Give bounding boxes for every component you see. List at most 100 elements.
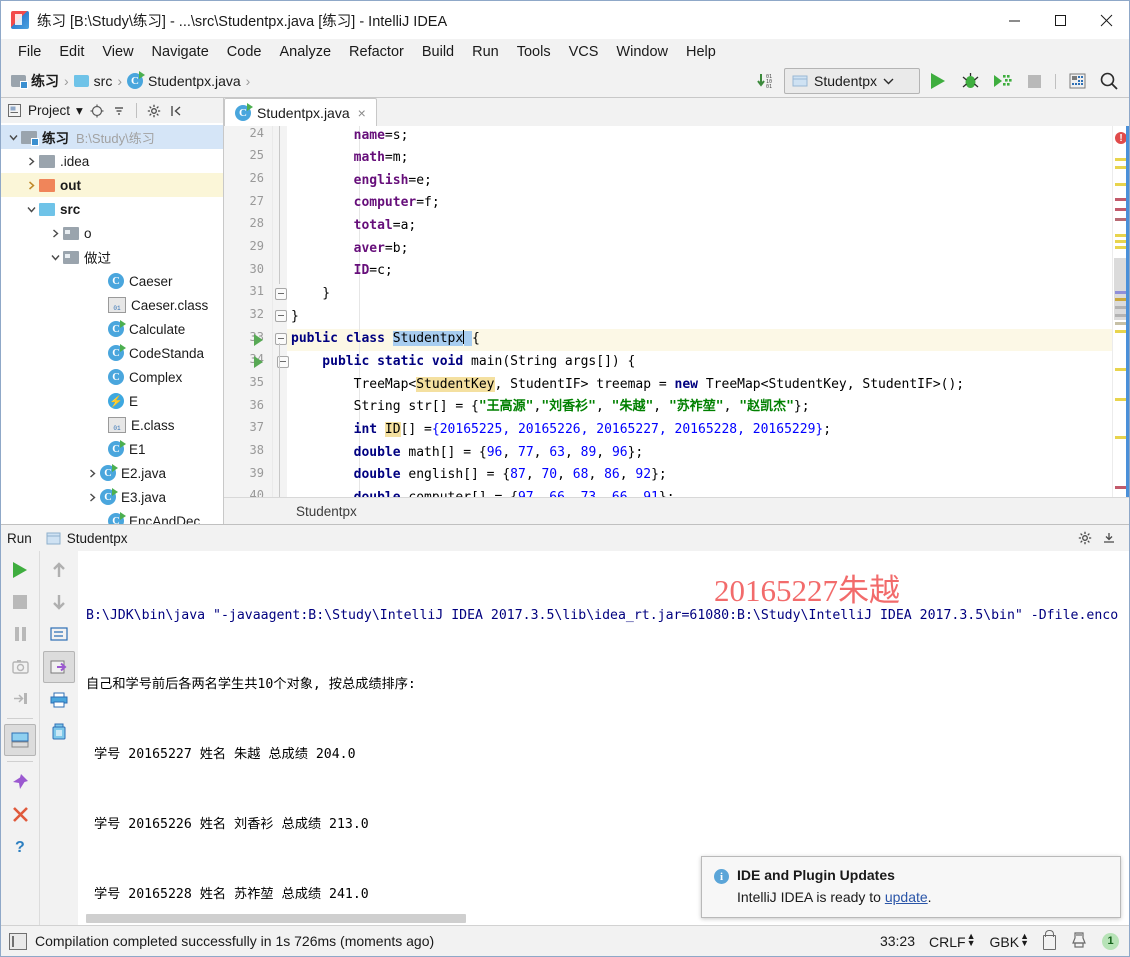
warning-marker[interactable] [1115, 234, 1126, 237]
tree-row-idea[interactable]: .idea [1, 149, 223, 173]
menu-window[interactable]: Window [607, 41, 677, 63]
console-toggle-icon[interactable] [4, 724, 36, 756]
chevron-right-icon[interactable] [47, 225, 63, 241]
minimize-icon[interactable] [991, 1, 1037, 39]
tree-row-encanddec[interactable]: C EncAndDec [1, 509, 223, 524]
editor-tab-studentpx[interactable]: C Studentpx.java × [224, 98, 377, 126]
run-gutter-icon[interactable] [254, 356, 263, 368]
chevron-down-icon[interactable] [5, 129, 21, 145]
tree-row-complex[interactable]: C Complex [1, 365, 223, 389]
tree-row-caeser-class[interactable]: 01 Caeser.class [1, 293, 223, 317]
search-everywhere-button[interactable] [1063, 68, 1091, 94]
chevron-right-icon[interactable] [84, 489, 100, 505]
scroll-down-icon[interactable] [44, 587, 74, 617]
warning-marker[interactable] [1115, 246, 1126, 249]
tree-row-e-class[interactable]: 01 E.class [1, 413, 223, 437]
chevron-down-icon[interactable] [23, 201, 39, 217]
tree-row-project[interactable]: 练习 B:\Study\练习 [1, 125, 223, 150]
tree-row-e1[interactable]: C E1 [1, 437, 223, 461]
notification-count-badge[interactable]: 1 [1102, 932, 1119, 950]
search-button[interactable] [1095, 68, 1123, 94]
menu-code[interactable]: Code [218, 41, 271, 63]
menu-help[interactable]: Help [677, 41, 725, 63]
locate-icon[interactable] [89, 103, 105, 119]
error-stripe-markers[interactable]: ! [1112, 126, 1129, 497]
chevron-down-icon[interactable] [47, 249, 63, 265]
menu-analyze[interactable]: Analyze [270, 41, 340, 63]
gear-icon[interactable] [146, 103, 162, 119]
run-button[interactable] [924, 68, 952, 94]
horizontal-scrollbar[interactable] [86, 914, 466, 923]
tree-row-out[interactable]: out [1, 173, 223, 198]
collapse-all-icon[interactable] [111, 103, 127, 119]
scroll-to-end-icon[interactable] [43, 651, 75, 683]
clear-all-icon[interactable] [44, 717, 74, 747]
scroll-up-icon[interactable] [44, 555, 74, 585]
unlocked-icon[interactable] [1043, 929, 1056, 950]
close-icon[interactable]: × [356, 105, 368, 121]
rerun-icon[interactable] [5, 555, 35, 585]
info-marker[interactable] [1115, 291, 1126, 294]
chevron-right-icon[interactable] [23, 153, 39, 169]
chevron-down-icon[interactable]: ▾ [76, 103, 83, 119]
camera-icon[interactable] [5, 651, 35, 681]
hide-icon[interactable] [168, 103, 184, 119]
tree-row-codestandard[interactable]: C CodeStanda [1, 341, 223, 365]
notification-balloon[interactable]: i IDE and Plugin Updates IntelliJ IDEA i… [701, 856, 1121, 918]
warning-marker[interactable] [1115, 398, 1126, 401]
menu-run[interactable]: Run [463, 41, 508, 63]
breadcrumb-module[interactable]: 练习 [9, 69, 61, 93]
run-tab-studentpx[interactable]: Studentpx [40, 530, 134, 547]
vertical-scrollbar[interactable] [1126, 126, 1129, 497]
fold-collapse-icon[interactable] [275, 288, 287, 300]
warning-marker[interactable] [1115, 368, 1126, 371]
soft-wrap-icon[interactable] [44, 619, 74, 649]
code-folding-bar[interactable] [273, 126, 289, 497]
debug-button[interactable] [956, 68, 984, 94]
gear-icon[interactable] [1077, 530, 1093, 546]
help-icon[interactable]: ? [5, 831, 35, 861]
code-text-area[interactable]: name=s; math=m; english=e; computer=f; t… [287, 126, 1112, 497]
build-icon[interactable] [9, 932, 27, 950]
warning-marker[interactable] [1115, 183, 1126, 186]
editor-gutter[interactable]: 24 25 26 27 28 29 30 31 32 33 34 35 36 3… [224, 126, 273, 497]
menu-vcs[interactable]: VCS [560, 41, 608, 63]
menu-refactor[interactable]: Refactor [340, 41, 413, 63]
tree-row-e[interactable]: ⚡ E [1, 389, 223, 413]
occurrence-marker[interactable] [1115, 314, 1126, 317]
occurrence-marker[interactable] [1115, 306, 1126, 309]
run-gutter-icon[interactable] [254, 334, 263, 346]
warning-marker[interactable] [1115, 158, 1126, 161]
close-icon[interactable] [5, 799, 35, 829]
stop-button[interactable] [1020, 68, 1048, 94]
warning-marker[interactable] [1115, 166, 1126, 169]
fold-collapse-icon[interactable] [275, 310, 287, 322]
tree-row-e2[interactable]: C E2.java [1, 461, 223, 485]
dump-threads-icon[interactable] [5, 683, 35, 713]
tree-row-e3[interactable]: C E3.java [1, 485, 223, 509]
error-marker[interactable] [1115, 208, 1126, 211]
tree-row-package-o[interactable]: o [1, 221, 223, 245]
run-configuration-selector[interactable]: Studentpx [784, 68, 920, 94]
fold-collapse-icon[interactable] [275, 333, 287, 345]
breadcrumb-src[interactable]: src [72, 71, 115, 91]
maximize-icon[interactable] [1037, 1, 1083, 39]
hide-window-icon[interactable] [1101, 530, 1117, 546]
inspection-icon[interactable] [1070, 931, 1088, 952]
error-marker[interactable] [1115, 198, 1126, 201]
occurrence-marker[interactable] [1115, 322, 1126, 325]
pause-icon[interactable] [5, 619, 35, 649]
pin-icon[interactable] [5, 767, 35, 797]
menu-navigate[interactable]: Navigate [143, 41, 218, 63]
tree-row-src[interactable]: src [1, 197, 223, 221]
warning-marker[interactable] [1115, 330, 1126, 333]
stop-icon[interactable] [5, 587, 35, 617]
project-tree[interactable]: 练习 B:\Study\练习 .idea out src o 做过 C Caes… [1, 123, 223, 524]
warning-marker[interactable] [1115, 240, 1126, 243]
print-icon[interactable] [44, 685, 74, 715]
warning-marker[interactable] [1115, 436, 1126, 439]
chevron-right-icon[interactable] [84, 465, 100, 481]
menu-build[interactable]: Build [413, 41, 463, 63]
editor-breadcrumb[interactable]: Studentpx [224, 497, 1129, 524]
menu-view[interactable]: View [93, 41, 142, 63]
